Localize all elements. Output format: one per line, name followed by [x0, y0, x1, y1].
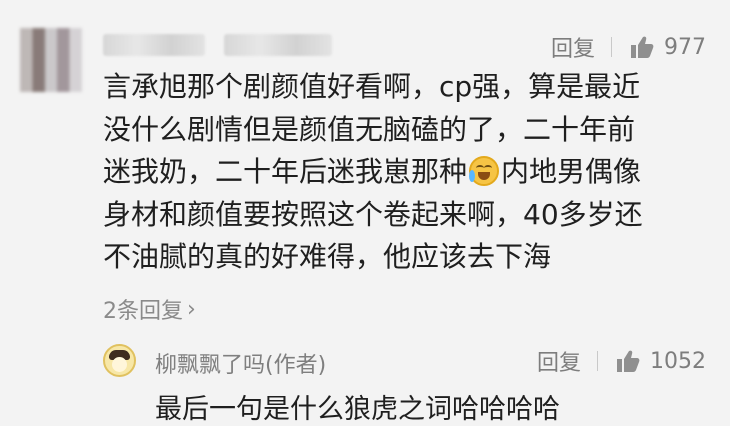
thumb-up-icon-secondary[interactable] — [614, 348, 640, 374]
grinning-with-sweat-icon — [469, 156, 500, 186]
comment-card: 回复 977 言承旭那个剧颜值好看啊，cp强，算是最近 没什么剧情但是颜值无脑磕… — [0, 0, 730, 425]
blurred-username-part-2[interactable] — [224, 34, 332, 56]
blurred-username-part-1[interactable] — [103, 34, 205, 56]
reply-button[interactable]: 回复 — [551, 31, 595, 63]
action-separator-secondary — [597, 351, 598, 371]
reply-author-avatar[interactable] — [103, 344, 136, 377]
reply-actions: 回复 1052 — [537, 345, 706, 377]
replies-count-label[interactable]: 2条回复 — [103, 293, 183, 325]
action-separator — [611, 37, 612, 57]
reply-author-name[interactable]: 柳飘飘了吗(作者) — [155, 347, 326, 379]
reply-text: 最后一句是什么狼虎之词哈哈哈哈 — [155, 394, 560, 425]
reply-like-count: 1052 — [650, 348, 706, 374]
comment-text: 言承旭那个剧颜值好看啊，cp强，算是最近 没什么剧情但是颜值无脑磕的了，二十年前… — [103, 66, 713, 279]
chevron-right-icon[interactable]: › — [187, 297, 196, 322]
blurred-avatar[interactable] — [20, 28, 82, 92]
like-count: 977 — [664, 34, 706, 60]
reply-button-secondary[interactable]: 回复 — [537, 345, 581, 377]
thumb-up-icon[interactable] — [628, 34, 654, 60]
view-replies-link[interactable]: 2条回复 › — [103, 293, 196, 325]
comment-actions: 回复 977 — [551, 31, 706, 63]
